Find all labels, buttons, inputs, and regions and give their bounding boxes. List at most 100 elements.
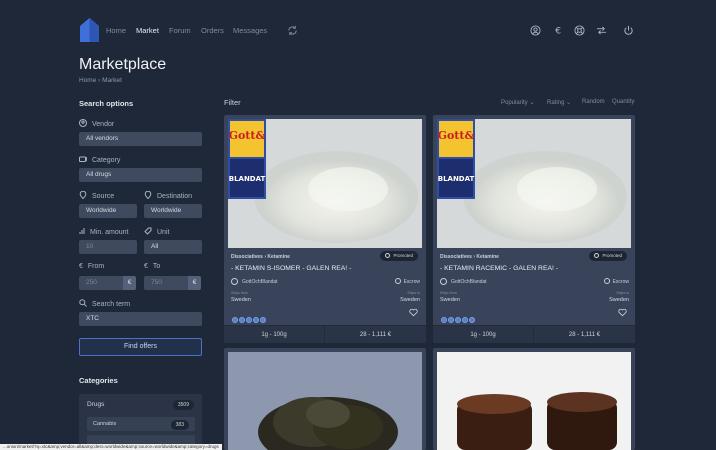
vendor-avatar-icon [440,278,447,285]
product-image[interactable] [228,352,422,450]
refresh-icon[interactable] [287,25,298,36]
min-amount-input[interactable]: 10 [79,240,137,254]
categories-panel: Drugs 3509 Cannabis 383 [79,394,202,450]
vendor-select[interactable]: All vendors [79,132,202,146]
nav-orders-link[interactable]: Orders [201,26,224,35]
quantity-range: 1g - 100g [433,326,534,343]
heart-icon[interactable] [409,308,418,317]
listing-card[interactable] [433,348,635,450]
find-offers-button[interactable]: Find offers [79,338,202,356]
nav-home-link[interactable]: Home [106,26,126,35]
product-image[interactable]: Gott& BLANDAT [437,119,631,248]
logout-power-icon[interactable] [623,25,634,36]
min-amount-label: Min. amount [79,227,129,236]
price-range: 28 - 1,111 € [568,332,601,338]
currency-euro-icon[interactable]: € [553,25,564,36]
category-icon [79,156,88,162]
cannabis-buds-image [228,352,422,450]
sort-random[interactable]: Random [582,99,605,105]
escrow-badge: Escrow [394,278,420,285]
heart-icon[interactable] [618,308,627,317]
nav-forum-link[interactable]: Forum [169,26,191,35]
status-bar-url: ...onion/market/?q=xtc&amp;vendor=all&am… [0,444,222,450]
info-icon [385,253,391,258]
listing-card[interactable] [224,348,426,450]
user-icon[interactable] [530,25,541,36]
svg-text:Gott&: Gott& [438,129,475,142]
product-image[interactable] [437,352,631,450]
category-drugs-count: 3509 [172,400,194,410]
escrow-badge: Escrow [603,278,629,285]
breadcrumb[interactable]: Home › Market [79,77,122,84]
chevron-down-icon: ⌄ [529,100,535,106]
price-to-input[interactable]: 750 [144,276,189,290]
svg-text:Gott&: Gott& [229,129,266,142]
category-label: Category [79,155,120,164]
vendor-link[interactable]: GottOchBlandat [440,278,487,285]
sort-quantity[interactable]: Quantity [612,99,634,105]
destination-pin-icon [144,190,152,200]
unit-label: Unit [144,227,169,236]
listing-card[interactable]: Gott& BLANDAT Dissociatives › Ketamine P… [224,115,426,343]
search-options-heading: Search options [79,99,134,108]
listing-card[interactable]: Gott& BLANDAT Dissociatives › Ketamine P… [433,115,635,343]
category-cannabis[interactable]: Cannabis 383 [87,417,195,431]
svg-text:€: € [555,26,561,36]
listing-category[interactable]: Dissociatives › Ketamine [440,254,499,260]
ships-from-value: Sweden [440,297,460,303]
vendor-label: Vendor [79,119,114,128]
ships-to-label: Ships to [616,291,629,295]
listing-title[interactable]: - KETAMIN RACEMIC - GALEN REA! - [440,265,558,272]
filter-label: Filter [224,98,241,107]
sort-rating[interactable]: Rating ⌄ [547,99,571,106]
support-lifebuoy-icon[interactable] [574,25,585,36]
category-cannabis-count: 383 [170,420,189,430]
search-term-label: Search term [79,299,130,308]
unit-tag-icon [144,227,152,235]
price-to-currency: € [188,276,201,290]
rating-stars [441,310,476,323]
top-navbar: Home Market Forum Orders Messages € [0,0,716,62]
from-euro-icon: € [79,263,83,270]
card-footer: 1g - 100g 28 - 1,111 € [433,325,635,343]
destination-label: Destination [144,190,192,200]
listing-title[interactable]: - KETAMIN S-ISOMER - GALEN REA! - [231,265,351,272]
gott-blandat-logo: Gott& BLANDAT [437,119,475,199]
price-from-currency: € [123,276,136,290]
ships-from-label: Ships from [440,291,457,295]
to-euro-icon: € [144,263,148,270]
category-drugs[interactable]: Drugs [87,401,104,408]
vendor-link[interactable]: GottOchBlandat [231,278,278,285]
price-from-input[interactable]: 250 [79,276,124,290]
jars-image [437,352,631,450]
svg-text:BLANDAT: BLANDAT [438,175,475,183]
escrow-info-icon [603,278,610,284]
to-label: € To [144,263,161,270]
categories-heading: Categories [79,376,118,385]
category-cannabis-label: Cannabis [93,421,117,427]
category-select[interactable]: All drugs [79,168,202,182]
search-icon [79,299,87,307]
nav-market-link[interactable]: Market [136,26,159,35]
unit-select[interactable]: All [144,240,202,254]
chevron-down-icon: ⌄ [566,100,572,106]
ships-to-label: Ships to [407,291,420,295]
source-label: Source [79,190,114,200]
product-image[interactable]: Gott& BLANDAT [228,119,422,248]
ships-from-label: Ships from [231,291,248,295]
ships-from-value: Sweden [231,297,251,303]
search-term-input[interactable]: XTC [79,312,202,326]
info-icon [594,253,600,258]
nav-messages-link[interactable]: Messages [233,26,267,35]
promoted-badge: Promoted [380,251,418,261]
rating-stars [232,310,267,323]
settings-toggle-icon[interactable] [596,25,607,36]
listing-category[interactable]: Dissociatives › Ketamine [231,254,290,260]
card-footer: 1g - 100g 28 - 1,111 € [224,325,426,343]
destination-select[interactable]: Worldwide [144,204,202,218]
ships-to-value: Sweden [400,297,420,303]
sort-popularity[interactable]: Popularity ⌄ [501,99,534,106]
market-logo-icon[interactable] [80,18,99,42]
source-pin-icon [79,190,87,200]
source-select[interactable]: Worldwide [79,204,137,218]
